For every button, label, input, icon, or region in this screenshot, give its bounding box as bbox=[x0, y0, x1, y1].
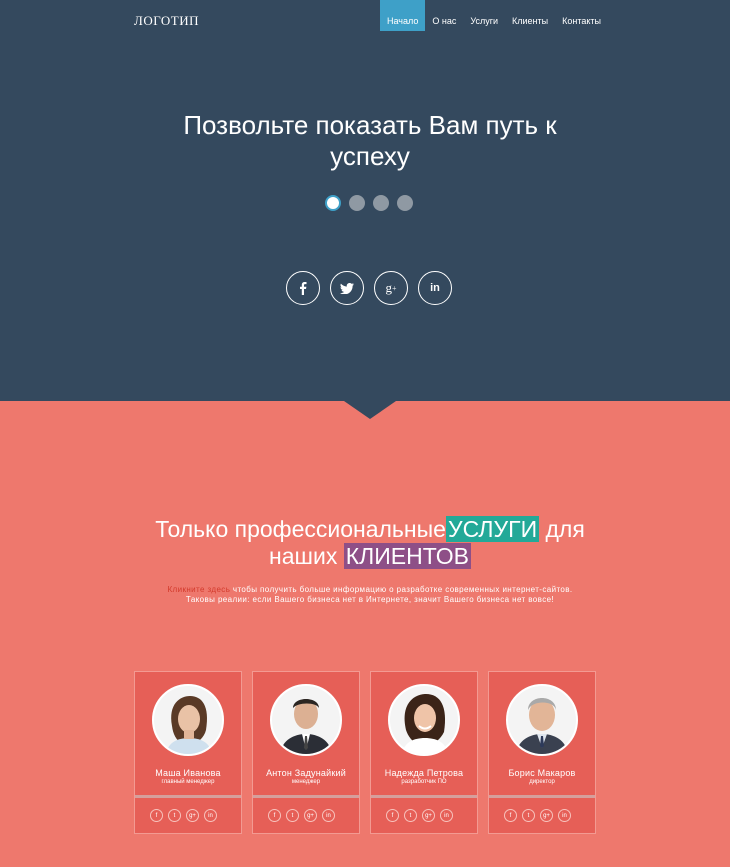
nav-item-contacts[interactable]: Контакты bbox=[555, 0, 608, 31]
team-member-name: Борис Макаров bbox=[508, 768, 576, 778]
services-text-2: Таковы реалии: если Вашего бизнеса нет в… bbox=[185, 595, 555, 604]
team-social-links: f t g+ in bbox=[150, 809, 217, 822]
hero-title-line1: Позвольте показать Вам путь к bbox=[183, 110, 557, 140]
twitter-icon[interactable]: t bbox=[286, 809, 299, 822]
nav-item-about[interactable]: О нас bbox=[425, 0, 463, 31]
services-title: Только профессиональныеУСЛУГИ для наших … bbox=[0, 516, 730, 570]
nav-item-services[interactable]: Услуги bbox=[463, 0, 505, 31]
team-member-name: Надежда Петрова bbox=[384, 768, 464, 778]
facebook-icon[interactable] bbox=[286, 271, 320, 305]
team-social-links: f t g+ in bbox=[504, 809, 571, 822]
click-here-link[interactable]: Кликните здесь bbox=[167, 585, 230, 594]
services-description: Кликните здесь чтобы получить больше инф… bbox=[130, 585, 610, 605]
hero-section: ЛОГОТИП Начало О нас Услуги Клиенты Конт… bbox=[0, 0, 730, 401]
hero-title: Позвольте показать Вам путь к успеху bbox=[0, 110, 730, 172]
twitter-icon[interactable]: t bbox=[168, 809, 181, 822]
team-card: Борис Макаров директор f t g+ in bbox=[488, 671, 596, 834]
services-highlight-services: УСЛУГИ bbox=[445, 516, 540, 542]
slider-dot-1[interactable] bbox=[325, 195, 341, 211]
divider bbox=[135, 795, 241, 798]
slider-dot-2[interactable] bbox=[349, 195, 365, 211]
team-card: Антон Задунайкий менеджер f t g+ in bbox=[252, 671, 360, 834]
divider bbox=[253, 795, 359, 798]
linkedin-icon[interactable]: in bbox=[440, 809, 453, 822]
services-title-part1: Только профессиональные bbox=[155, 516, 446, 542]
facebook-icon[interactable]: f bbox=[504, 809, 517, 822]
team-member-role: разработчик ПО bbox=[401, 779, 447, 785]
google-plus-icon[interactable]: g+ bbox=[422, 809, 435, 822]
team-card: Маша Иванова главный менеджер f t g+ in bbox=[134, 671, 242, 834]
slider-dot-4[interactable] bbox=[397, 195, 413, 211]
services-title-line2: наших bbox=[269, 543, 344, 569]
main-nav: Начало О нас Услуги Клиенты Контакты bbox=[380, 0, 608, 31]
facebook-icon[interactable]: f bbox=[386, 809, 399, 822]
section-divider-arrow bbox=[344, 401, 396, 419]
linkedin-icon[interactable]: in bbox=[418, 271, 452, 305]
divider bbox=[371, 795, 477, 798]
google-plus-icon[interactable]: g+ bbox=[374, 271, 408, 305]
team-section: Маша Иванова главный менеджер f t g+ in … bbox=[134, 671, 596, 834]
team-member-role: главный менеджер bbox=[161, 779, 215, 785]
team-social-links: f t g+ in bbox=[268, 809, 335, 822]
google-plus-icon[interactable]: g+ bbox=[186, 809, 199, 822]
team-card: Надежда Петрова разработчик ПО f t g+ in bbox=[370, 671, 478, 834]
hero-title-line2: успеху bbox=[330, 141, 410, 171]
twitter-icon[interactable] bbox=[330, 271, 364, 305]
team-member-name: Антон Задунайкий bbox=[266, 768, 346, 778]
team-member-role: менеджер bbox=[291, 779, 321, 785]
facebook-icon[interactable]: f bbox=[268, 809, 281, 822]
services-title-part2: для bbox=[539, 516, 585, 542]
hero-social-links: g + in bbox=[286, 271, 452, 305]
slider-dot-3[interactable] bbox=[373, 195, 389, 211]
team-member-name: Маша Иванова bbox=[155, 768, 221, 778]
google-plus-icon[interactable]: g+ bbox=[540, 809, 553, 822]
linkedin-icon[interactable]: in bbox=[322, 809, 335, 822]
twitter-icon[interactable]: t bbox=[522, 809, 535, 822]
team-social-links: f t g+ in bbox=[386, 809, 453, 822]
nav-item-clients[interactable]: Клиенты bbox=[505, 0, 555, 31]
avatar bbox=[506, 684, 578, 756]
linkedin-icon[interactable]: in bbox=[558, 809, 571, 822]
team-member-role: директор bbox=[529, 779, 555, 785]
slider-dots bbox=[325, 195, 413, 211]
linkedin-icon[interactable]: in bbox=[204, 809, 217, 822]
facebook-icon[interactable]: f bbox=[150, 809, 163, 822]
nav-item-home[interactable]: Начало bbox=[380, 0, 426, 31]
google-plus-icon[interactable]: g+ bbox=[304, 809, 317, 822]
divider bbox=[489, 795, 595, 798]
twitter-icon[interactable]: t bbox=[404, 809, 417, 822]
avatar bbox=[388, 684, 460, 756]
avatar bbox=[270, 684, 342, 756]
services-text-1: чтобы получить больше информацию о разра… bbox=[230, 585, 573, 594]
avatar bbox=[152, 684, 224, 756]
logo[interactable]: ЛОГОТИП bbox=[134, 13, 199, 29]
services-highlight-clients: КЛИЕНТОВ bbox=[343, 543, 471, 569]
